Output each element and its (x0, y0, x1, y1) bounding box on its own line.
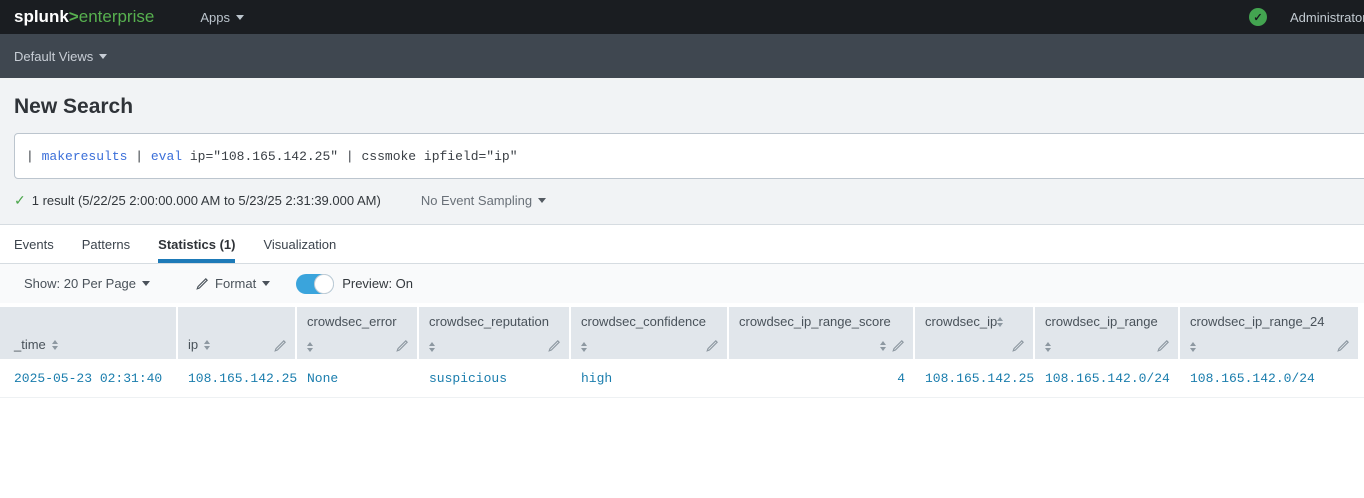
column-label: crowdsec_reputation (429, 314, 549, 329)
table-row: 2025-05-23 02:31:40108.165.142.25Nonesus… (0, 359, 1364, 398)
logo-enterprise-text: enterprise (79, 7, 155, 26)
cell-_time[interactable]: 2025-05-23 02:31:40 (0, 359, 178, 397)
chevron-down-icon (262, 281, 270, 286)
column-label: crowdsec_confidence (581, 314, 706, 329)
edit-column-icon[interactable] (1157, 339, 1170, 352)
apps-menu-label: Apps (200, 10, 230, 25)
sort-icon[interactable] (997, 317, 1003, 327)
edit-column-icon[interactable] (548, 339, 561, 352)
cell-crowdsec_reputation[interactable]: suspicious (419, 359, 571, 397)
spl-text: ip="108.165.142.25" | cssmoke ipfield="i… (182, 149, 517, 164)
sort-icon[interactable] (429, 342, 435, 352)
chevron-down-icon (142, 281, 150, 286)
per-page-dropdown[interactable]: Show: 20 Per Page (24, 276, 150, 291)
preview-toggle[interactable] (296, 274, 334, 294)
search-input[interactable]: | makeresults | eval ip="108.165.142.25"… (14, 133, 1364, 179)
spl-command: makeresults (42, 149, 128, 164)
event-sampling-dropdown[interactable]: No Event Sampling (421, 193, 546, 208)
result-count-text: 1 result (5/22/25 2:00:00.000 AM to 5/23… (32, 193, 381, 208)
column-header-_time[interactable]: _time (0, 307, 178, 359)
column-header-crowdsec_ip_range[interactable]: crowdsec_ip_range (1035, 307, 1180, 359)
edit-column-icon[interactable] (706, 339, 719, 352)
column-header-crowdsec_confidence[interactable]: crowdsec_confidence (571, 307, 729, 359)
sort-icon[interactable] (581, 342, 587, 352)
tab-patterns[interactable]: Patterns (82, 225, 130, 263)
search-query[interactable]: | makeresults | eval ip="108.165.142.25"… (26, 149, 518, 164)
default-views-label: Default Views (14, 49, 93, 64)
sort-icon[interactable] (307, 342, 313, 352)
top-navbar: splunk>enterprise Apps ✓ Administrator (0, 0, 1364, 34)
column-header-crowdsec_ip[interactable]: crowdsec_ip (915, 307, 1035, 359)
sort-icon[interactable] (1045, 342, 1051, 352)
results-table-header: _time ip crowdsec_error crowdsec_reputation… (0, 307, 1364, 359)
default-views-menu[interactable]: Default Views (14, 49, 107, 64)
cell-crowdsec_ip_range[interactable]: 108.165.142.0/24 (1035, 359, 1180, 397)
column-label: crowdsec_ip_range (1045, 314, 1158, 329)
edit-column-icon[interactable] (1337, 339, 1350, 352)
result-summary-line: ✓ 1 result (5/22/25 2:00:00.000 AM to 5/… (14, 192, 1364, 224)
sort-icon[interactable] (1190, 342, 1196, 352)
per-page-label: Show: 20 Per Page (24, 276, 136, 291)
column-header-crowdsec_ip_range_score[interactable]: crowdsec_ip_range_score (729, 307, 915, 359)
tab-events[interactable]: Events (14, 225, 54, 263)
pencil-icon (196, 277, 209, 290)
column-label: crowdsec_error (307, 314, 397, 329)
user-menu-label: Administrator (1290, 10, 1364, 25)
toggle-knob (314, 274, 334, 294)
splunk-logo[interactable]: splunk>enterprise (14, 7, 154, 27)
spl-text: | (127, 149, 150, 164)
cell-crowdsec_ip[interactable]: 108.165.142.25 (915, 359, 1035, 397)
logo-chevron-text: > (69, 7, 79, 26)
spl-command: eval (151, 149, 182, 164)
edit-column-icon[interactable] (396, 339, 409, 352)
column-label: crowdsec_ip_range_score (739, 314, 891, 329)
page-title: New Search (14, 95, 1364, 119)
tab-visualization[interactable]: Visualization (263, 225, 336, 263)
sort-icon[interactable] (204, 340, 210, 350)
edit-column-icon[interactable] (1012, 339, 1025, 352)
cell-ip[interactable]: 108.165.142.25 (178, 359, 297, 397)
user-menu[interactable]: Administrator (1290, 0, 1364, 34)
search-header: New Search | makeresults | eval ip="108.… (0, 78, 1364, 225)
chevron-down-icon (538, 198, 546, 203)
cell-crowdsec_confidence[interactable]: high (571, 359, 729, 397)
tab-statistics-1[interactable]: Statistics (1) (158, 225, 235, 263)
apps-menu[interactable]: Apps (200, 10, 244, 25)
status-check-badge-icon[interactable]: ✓ (1249, 8, 1267, 26)
cell-crowdsec_ip_range_24[interactable]: 108.165.142.0/24 (1180, 359, 1360, 397)
sort-icon[interactable] (52, 340, 58, 350)
cell-crowdsec_error[interactable]: None (297, 359, 419, 397)
results-tabs: Events Patterns Statistics (1) Visualizatio… (0, 225, 1364, 264)
app-bar: Default Views (0, 34, 1364, 78)
format-label: Format (215, 276, 256, 291)
preview-state-label: Preview: On (342, 276, 413, 291)
results-table-body: 2025-05-23 02:31:40108.165.142.25Nonesus… (0, 359, 1364, 398)
chevron-down-icon (236, 15, 244, 20)
format-dropdown[interactable]: Format (196, 276, 270, 291)
logo-splunk-text: splunk (14, 7, 69, 26)
cell-crowdsec_ip_range_score[interactable]: 4 (729, 359, 915, 397)
edit-column-icon[interactable] (892, 339, 905, 352)
column-label: crowdsec_ip (925, 314, 997, 329)
results-table: _time ip crowdsec_error crowdsec_reputation… (0, 307, 1364, 398)
column-header-crowdsec_ip_range_24[interactable]: crowdsec_ip_range_24 (1180, 307, 1360, 359)
results-controls-bar: Show: 20 Per Page Format Preview: On (0, 264, 1364, 303)
column-header-ip[interactable]: ip (178, 307, 297, 359)
column-label: ip (188, 337, 198, 352)
column-label: crowdsec_ip_range_24 (1190, 314, 1324, 329)
edit-column-icon[interactable] (274, 339, 287, 352)
spl-text: | (26, 149, 42, 164)
event-sampling-label: No Event Sampling (421, 193, 532, 208)
column-header-crowdsec_error[interactable]: crowdsec_error (297, 307, 419, 359)
column-header-crowdsec_reputation[interactable]: crowdsec_reputation (419, 307, 571, 359)
success-check-icon: ✓ (14, 192, 26, 209)
sort-icon[interactable] (880, 341, 886, 351)
column-label: _time (14, 337, 46, 352)
chevron-down-icon (99, 54, 107, 59)
